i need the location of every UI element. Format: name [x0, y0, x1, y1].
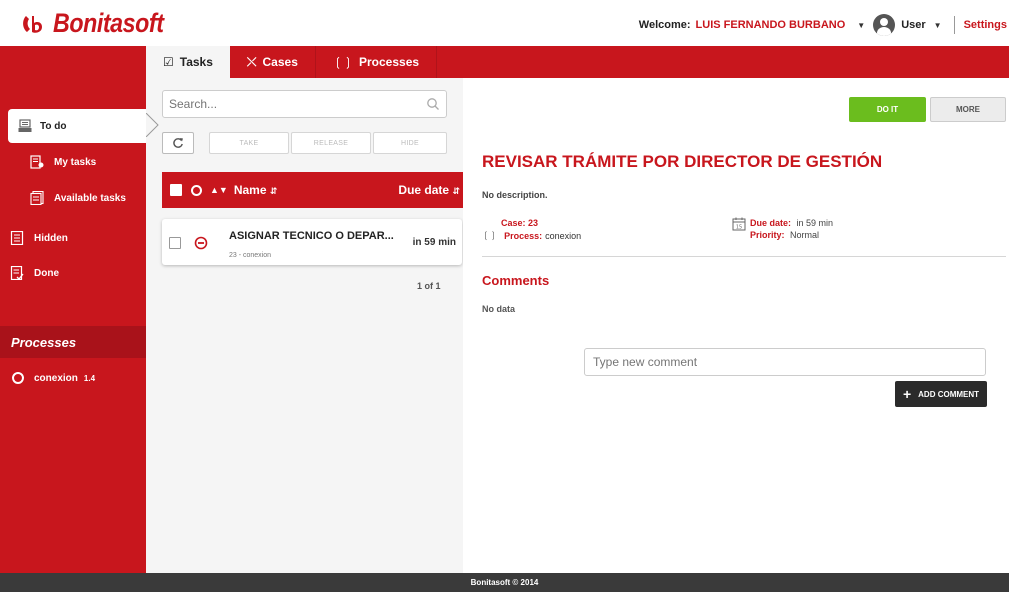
- row-checkbox[interactable]: [169, 237, 181, 249]
- case-value[interactable]: 23: [528, 218, 538, 228]
- process-icon: ❲❳: [482, 230, 498, 240]
- process-name: conexion: [34, 372, 78, 384]
- sidebar-item-label: My tasks: [54, 156, 97, 168]
- footer: Bonitasoft © 2014: [0, 573, 1009, 592]
- refresh-icon: [173, 138, 183, 148]
- task-state-icon: [194, 236, 208, 250]
- sidebar-item-label: Hidden: [34, 232, 68, 244]
- task-case-process: 23 - conexion: [229, 252, 272, 259]
- process-info: ❲❳ Process: conexion: [482, 230, 581, 241]
- column-name-label: Name: [233, 183, 267, 197]
- selection-arrow-icon: [146, 113, 159, 137]
- task-due: in 59 min: [412, 237, 456, 248]
- column-name-header[interactable]: Name ⇵: [234, 183, 399, 197]
- tab-processes[interactable]: ❲❳ Processes: [316, 46, 438, 78]
- do-it-button[interactable]: DO IT: [849, 97, 926, 122]
- bonitasoft-logo-icon: [23, 15, 42, 33]
- tab-tasks[interactable]: ☑ Tasks: [146, 46, 230, 78]
- comments-title: Comments: [482, 273, 550, 288]
- state-ring-icon: [191, 184, 202, 196]
- due-date-value: in 59 min: [796, 218, 834, 228]
- process-icon: ❲❳: [332, 55, 353, 69]
- plus-icon: +: [902, 386, 912, 402]
- my-tasks-icon: [30, 155, 44, 169]
- process-version: 1.4: [83, 373, 96, 383]
- processes-header: Processes: [0, 326, 146, 358]
- search-icon[interactable]: [426, 97, 440, 111]
- user-fullname: LUIS FERNANDO BURBANO: [695, 19, 846, 31]
- hide-button[interactable]: HIDE: [373, 132, 447, 154]
- top-header: Bonitasoft Welcome: LUIS FERNANDO BURBAN…: [0, 0, 1009, 46]
- sort-due-icon: ⇵: [452, 186, 460, 196]
- process-ring-icon: [12, 372, 24, 384]
- sidebar-item-my-tasks[interactable]: My tasks: [30, 149, 146, 175]
- take-button[interactable]: TAKE: [209, 132, 289, 154]
- sidebar-item-label: To do: [40, 120, 67, 132]
- search-input[interactable]: [162, 90, 447, 118]
- main-tabs: ☑ Tasks ⤬ Cases ❲❳ Processes: [146, 46, 438, 78]
- process-label: Process:: [504, 230, 543, 241]
- comments-empty-text: No data: [482, 304, 516, 314]
- add-comment-button[interactable]: + ADD COMMENT: [895, 381, 987, 407]
- user-menu-label[interactable]: User: [901, 19, 925, 31]
- process-item-conexion[interactable]: conexion 1.4: [12, 372, 95, 384]
- settings-link[interactable]: Settings: [964, 19, 1007, 31]
- tab-cases[interactable]: ⤬ Cases: [230, 46, 316, 78]
- case-info: Case: 23: [501, 218, 538, 228]
- tab-processes-label: Processes: [359, 55, 420, 69]
- detail-divider: [482, 256, 1006, 257]
- shuffle-icon: ⤬: [246, 54, 257, 69]
- tab-tasks-label: Tasks: [179, 55, 213, 69]
- release-button[interactable]: RELEASE: [291, 132, 371, 154]
- task-name: ASIGNAR TECNICO O DEPAR...: [229, 230, 394, 242]
- sidebar-item-label: Done: [34, 267, 59, 279]
- bonitasoft-logo[interactable]: Bonitasoft: [20, 8, 181, 39]
- table-row[interactable]: ASIGNAR TECNICO O DEPAR... 23 - conexion…: [162, 219, 462, 265]
- sidebar-item-todo[interactable]: To do: [8, 109, 146, 143]
- sidebar: To do My tasks Available tasks Hidden Do…: [0, 78, 146, 573]
- select-all-checkbox[interactable]: [170, 184, 182, 196]
- task-table-header: ▲▼ Name ⇵ Due date ⇵: [162, 172, 466, 208]
- process-value: conexion: [545, 230, 582, 241]
- language-dropdown-icon[interactable]: ▼: [857, 21, 865, 30]
- refresh-button[interactable]: [162, 132, 194, 154]
- priority-info: Priority: Normal: [750, 230, 819, 240]
- svg-text:15: 15: [736, 225, 742, 231]
- pager: 1 of 1: [417, 281, 441, 291]
- welcome-label: Welcome:: [638, 19, 691, 31]
- due-date-info: Due date: in 59 min: [750, 218, 833, 228]
- task-description: No description.: [482, 190, 548, 200]
- more-button[interactable]: MORE: [930, 97, 1006, 122]
- header-divider: [953, 16, 955, 34]
- sort-name-icon: ⇵: [269, 186, 278, 196]
- column-due-date-header[interactable]: Due date ⇵: [398, 183, 460, 197]
- user-dropdown-icon[interactable]: ▼: [934, 21, 942, 30]
- comment-input[interactable]: [584, 348, 986, 376]
- sidebar-item-hidden[interactable]: Hidden: [10, 225, 146, 251]
- case-label: Case:: [501, 218, 526, 228]
- due-date-label: Due date:: [750, 218, 792, 228]
- hidden-icon: [10, 231, 24, 245]
- logo-text: Bonitasoft: [53, 8, 164, 38]
- add-comment-label: ADD COMMENT: [918, 389, 980, 399]
- sidebar-item-available-tasks[interactable]: Available tasks: [30, 185, 146, 211]
- avatar-icon[interactable]: [873, 14, 896, 36]
- priority-value: Normal: [790, 230, 820, 240]
- tab-cases-label: Cases: [262, 55, 298, 69]
- sidebar-item-label: Available tasks: [54, 192, 126, 204]
- priority-label: Priority:: [750, 230, 785, 240]
- sort-icon[interactable]: ▲▼: [210, 185, 228, 195]
- checkbox-icon: ☑: [163, 55, 174, 69]
- done-icon: [10, 266, 24, 280]
- column-due-label: Due date: [398, 183, 450, 197]
- available-tasks-icon: [30, 191, 44, 205]
- task-title: REVISAR TRÁMITE POR DIRECTOR DE GESTIÓN: [482, 152, 883, 171]
- calendar-icon: 15: [732, 217, 746, 231]
- sidebar-item-done[interactable]: Done: [10, 260, 146, 286]
- user-area: Welcome: LUIS FERNANDO BURBANO ▼ User ▼ …: [639, 13, 1009, 37]
- inbox-tray-icon: [18, 119, 32, 133]
